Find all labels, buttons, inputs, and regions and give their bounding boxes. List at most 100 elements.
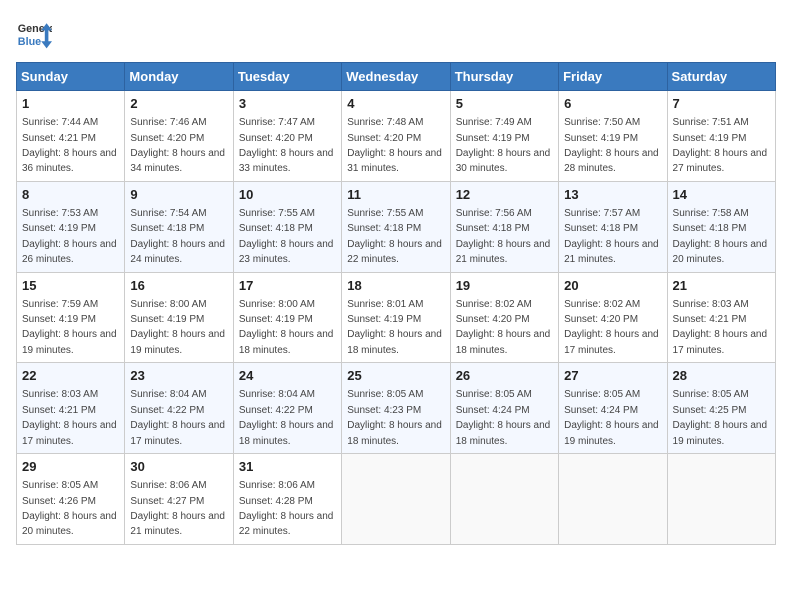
day-info: Sunrise: 7:53 AMSunset: 4:19 PMDaylight:… (22, 208, 117, 265)
weekday-header-row: SundayMondayTuesdayWednesdayThursdayFrid… (17, 63, 776, 91)
day-info: Sunrise: 8:05 AMSunset: 4:26 PMDaylight:… (22, 480, 117, 537)
day-number: 5 (456, 95, 553, 113)
calendar-cell: 30 Sunrise: 8:06 AMSunset: 4:27 PMDayligh… (125, 454, 233, 545)
day-number: 17 (239, 277, 336, 295)
day-info: Sunrise: 7:57 AMSunset: 4:18 PMDaylight:… (564, 208, 659, 265)
calendar-cell: 10 Sunrise: 7:55 AMSunset: 4:18 PMDayligh… (233, 181, 341, 272)
calendar-cell: 23 Sunrise: 8:04 AMSunset: 4:22 PMDayligh… (125, 363, 233, 454)
weekday-header-friday: Friday (559, 63, 667, 91)
day-info: Sunrise: 8:00 AMSunset: 4:19 PMDaylight:… (130, 299, 225, 356)
day-number: 22 (22, 367, 119, 385)
day-info: Sunrise: 8:06 AMSunset: 4:28 PMDaylight:… (239, 480, 334, 537)
calendar-table: SundayMondayTuesdayWednesdayThursdayFrid… (16, 62, 776, 545)
calendar-cell: 8 Sunrise: 7:53 AMSunset: 4:19 PMDaylight… (17, 181, 125, 272)
calendar-cell: 2 Sunrise: 7:46 AMSunset: 4:20 PMDaylight… (125, 91, 233, 182)
day-info: Sunrise: 8:05 AMSunset: 4:23 PMDaylight:… (347, 389, 442, 446)
calendar-cell: 5 Sunrise: 7:49 AMSunset: 4:19 PMDaylight… (450, 91, 558, 182)
page-header: General Blue (16, 16, 776, 52)
day-info: Sunrise: 8:05 AMSunset: 4:24 PMDaylight:… (564, 389, 659, 446)
calendar-cell: 27 Sunrise: 8:05 AMSunset: 4:24 PMDayligh… (559, 363, 667, 454)
calendar-cell: 14 Sunrise: 7:58 AMSunset: 4:18 PMDayligh… (667, 181, 775, 272)
day-number: 21 (673, 277, 770, 295)
day-number: 14 (673, 186, 770, 204)
calendar-body: 1 Sunrise: 7:44 AMSunset: 4:21 PMDaylight… (17, 91, 776, 545)
calendar-cell: 24 Sunrise: 8:04 AMSunset: 4:22 PMDayligh… (233, 363, 341, 454)
logo-icon: General Blue (16, 16, 52, 52)
calendar-cell (342, 454, 450, 545)
day-info: Sunrise: 8:04 AMSunset: 4:22 PMDaylight:… (130, 389, 225, 446)
calendar-cell: 4 Sunrise: 7:48 AMSunset: 4:20 PMDaylight… (342, 91, 450, 182)
day-number: 15 (22, 277, 119, 295)
calendar-cell: 9 Sunrise: 7:54 AMSunset: 4:18 PMDaylight… (125, 181, 233, 272)
day-info: Sunrise: 8:05 AMSunset: 4:24 PMDaylight:… (456, 389, 551, 446)
day-number: 18 (347, 277, 444, 295)
weekday-header-wednesday: Wednesday (342, 63, 450, 91)
calendar-cell: 13Sunrise: 7:57 AMSunset: 4:18 PMDayligh… (559, 181, 667, 272)
day-info: Sunrise: 7:46 AMSunset: 4:20 PMDaylight:… (130, 117, 225, 174)
day-number: 12 (456, 186, 553, 204)
day-info: Sunrise: 8:03 AMSunset: 4:21 PMDaylight:… (673, 299, 768, 356)
calendar-week-row: 8 Sunrise: 7:53 AMSunset: 4:19 PMDaylight… (17, 181, 776, 272)
day-number: 1 (22, 95, 119, 113)
day-info: Sunrise: 8:05 AMSunset: 4:25 PMDaylight:… (673, 389, 768, 446)
calendar-header: SundayMondayTuesdayWednesdayThursdayFrid… (17, 63, 776, 91)
day-info: Sunrise: 7:55 AMSunset: 4:18 PMDaylight:… (239, 208, 334, 265)
weekday-header-sunday: Sunday (17, 63, 125, 91)
calendar-cell: 6 Sunrise: 7:50 AMSunset: 4:19 PMDaylight… (559, 91, 667, 182)
calendar-cell (450, 454, 558, 545)
day-info: Sunrise: 8:02 AMSunset: 4:20 PMDaylight:… (456, 299, 551, 356)
calendar-cell: 17 Sunrise: 8:00 AMSunset: 4:19 PMDayligh… (233, 272, 341, 363)
day-info: Sunrise: 7:49 AMSunset: 4:19 PMDaylight:… (456, 117, 551, 174)
calendar-cell: 28 Sunrise: 8:05 AMSunset: 4:25 PMDayligh… (667, 363, 775, 454)
day-info: Sunrise: 7:58 AMSunset: 4:18 PMDaylight:… (673, 208, 768, 265)
day-info: Sunrise: 7:50 AMSunset: 4:19 PMDaylight:… (564, 117, 659, 174)
day-info: Sunrise: 7:51 AMSunset: 4:19 PMDaylight:… (673, 117, 768, 174)
day-info: Sunrise: 7:55 AMSunset: 4:18 PMDaylight:… (347, 208, 442, 265)
calendar-cell: 21 Sunrise: 8:03 AMSunset: 4:21 PMDayligh… (667, 272, 775, 363)
calendar-cell: 3 Sunrise: 7:47 AMSunset: 4:20 PMDaylight… (233, 91, 341, 182)
weekday-header-thursday: Thursday (450, 63, 558, 91)
weekday-header-tuesday: Tuesday (233, 63, 341, 91)
calendar-cell: 20Sunrise: 8:02 AMSunset: 4:20 PMDayligh… (559, 272, 667, 363)
day-number: 9 (130, 186, 227, 204)
day-info: Sunrise: 7:48 AMSunset: 4:20 PMDaylight:… (347, 117, 442, 174)
calendar-cell: 25Sunrise: 8:05 AMSunset: 4:23 PMDayligh… (342, 363, 450, 454)
day-number: 30 (130, 458, 227, 476)
day-number: 11 (347, 186, 444, 204)
day-number: 2 (130, 95, 227, 113)
day-info: Sunrise: 8:06 AMSunset: 4:27 PMDaylight:… (130, 480, 225, 537)
day-number: 8 (22, 186, 119, 204)
calendar-week-row: 15 Sunrise: 7:59 AMSunset: 4:19 PMDayligh… (17, 272, 776, 363)
day-number: 6 (564, 95, 661, 113)
calendar-cell: 18 Sunrise: 8:01 AMSunset: 4:19 PMDayligh… (342, 272, 450, 363)
day-info: Sunrise: 8:03 AMSunset: 4:21 PMDaylight:… (22, 389, 117, 446)
calendar-cell: 16 Sunrise: 8:00 AMSunset: 4:19 PMDayligh… (125, 272, 233, 363)
day-number: 28 (673, 367, 770, 385)
calendar-cell (667, 454, 775, 545)
day-number: 3 (239, 95, 336, 113)
calendar-cell: 26Sunrise: 8:05 AMSunset: 4:24 PMDayligh… (450, 363, 558, 454)
svg-text:Blue: Blue (18, 36, 41, 48)
day-info: Sunrise: 8:00 AMSunset: 4:19 PMDaylight:… (239, 299, 334, 356)
day-info: Sunrise: 8:04 AMSunset: 4:22 PMDaylight:… (239, 389, 334, 446)
day-number: 16 (130, 277, 227, 295)
day-info: Sunrise: 7:47 AMSunset: 4:20 PMDaylight:… (239, 117, 334, 174)
day-number: 4 (347, 95, 444, 113)
day-info: Sunrise: 7:44 AMSunset: 4:21 PMDaylight:… (22, 117, 117, 174)
day-info: Sunrise: 7:54 AMSunset: 4:18 PMDaylight:… (130, 208, 225, 265)
calendar-cell: 15 Sunrise: 7:59 AMSunset: 4:19 PMDayligh… (17, 272, 125, 363)
calendar-cell (559, 454, 667, 545)
day-number: 24 (239, 367, 336, 385)
day-number: 23 (130, 367, 227, 385)
calendar-cell: 22 Sunrise: 8:03 AMSunset: 4:21 PMDayligh… (17, 363, 125, 454)
weekday-header-monday: Monday (125, 63, 233, 91)
calendar-cell: 1 Sunrise: 7:44 AMSunset: 4:21 PMDaylight… (17, 91, 125, 182)
day-number: 19 (456, 277, 553, 295)
day-number: 10 (239, 186, 336, 204)
day-info: Sunrise: 7:59 AMSunset: 4:19 PMDaylight:… (22, 299, 117, 356)
day-number: 7 (673, 95, 770, 113)
day-number: 27 (564, 367, 661, 385)
weekday-header-saturday: Saturday (667, 63, 775, 91)
day-number: 29 (22, 458, 119, 476)
day-info: Sunrise: 8:01 AMSunset: 4:19 PMDaylight:… (347, 299, 442, 356)
